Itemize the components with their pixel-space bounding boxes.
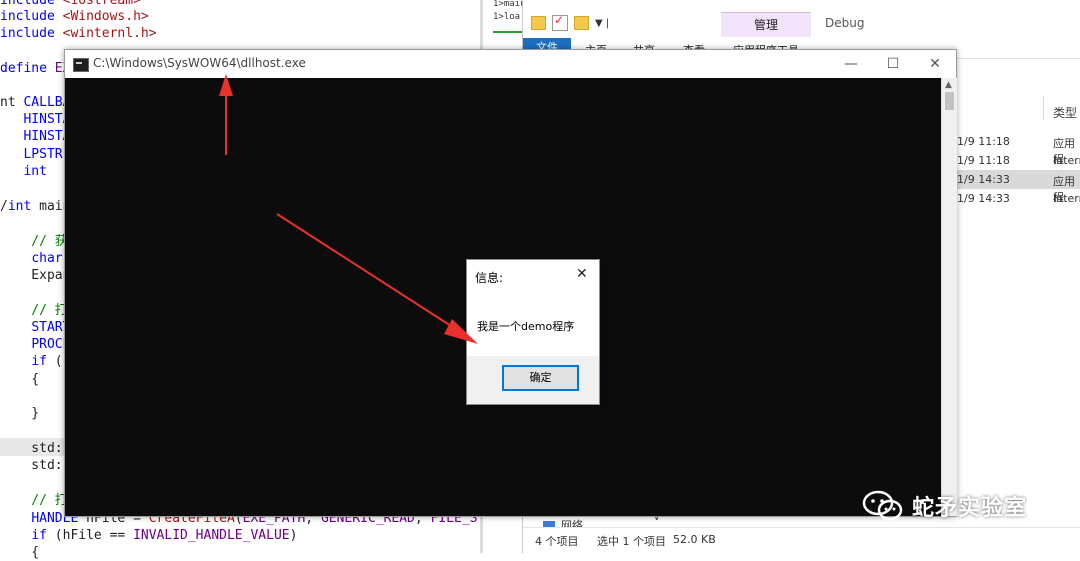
wechat-icon — [862, 490, 903, 521]
item-count: 4 个项目 — [535, 535, 579, 548]
code-line: if (hFile == INVALID_HANDLE_VALUE) — [31, 528, 298, 543]
dialog-title: 信息: — [475, 271, 504, 285]
row-date: 1/9 14:33 — [957, 173, 1010, 186]
minimize-button[interactable]: — — [830, 50, 872, 78]
new-folder-icon[interactable] — [574, 16, 589, 30]
row-date: 1/9 11:18 — [957, 135, 1010, 148]
console-scrollbar[interactable]: ▲ — [941, 78, 957, 516]
selection-count: 选中 1 个项目 — [597, 535, 666, 548]
list-item[interactable]: 1/9 14:33 Intern — [943, 189, 1080, 208]
column-header-type[interactable]: 类型 — [1053, 104, 1077, 121]
folder-icon[interactable] — [531, 16, 546, 30]
code-line: } — [0, 406, 40, 421]
dialog-close-button[interactable]: ✕ — [576, 266, 588, 282]
dialog-footer: 确定 — [467, 356, 599, 404]
watermark-text: 蛇矛实验室 — [912, 496, 1028, 521]
row-date: 1/9 11:18 — [957, 154, 1010, 167]
console-titlebar[interactable]: C:\Windows\SysWOW64\dllhost.exe — ☐ ✕ — [65, 50, 956, 78]
code-line: HINSTA — [23, 112, 71, 127]
console-title: C:\Windows\SysWOW64\dllhost.exe — [93, 56, 306, 70]
code-line: /int main — [0, 199, 71, 214]
customize-toolbar-arrow[interactable]: ▼ | — [595, 18, 609, 29]
list-item[interactable]: 1/9 11:18 Intern — [943, 151, 1080, 170]
row-date: 1/9 14:33 — [957, 192, 1010, 205]
properties-check-icon[interactable] — [552, 13, 568, 31]
watermark: 蛇矛实验室 — [862, 486, 1027, 526]
code-line: nt CALLBA — [0, 95, 71, 110]
quick-access-toolbar: ▼ | — [531, 12, 609, 34]
output-line: 1>loa — [493, 12, 521, 22]
code-line: LPSTR — [23, 147, 63, 162]
console-app-icon[interactable] — [73, 58, 89, 72]
scroll-up-icon[interactable]: ▲ — [945, 80, 952, 90]
column-divider[interactable] — [1043, 96, 1044, 120]
selection-size: 52.0 KB — [673, 533, 716, 546]
code-line: include <Windows.h> — [0, 9, 149, 24]
message-box-dialog: 信息: ✕ 我是一个demo程序 确定 — [466, 259, 600, 405]
code-line: { — [0, 372, 40, 387]
code-line: int — [23, 164, 47, 179]
ok-button[interactable]: 确定 — [502, 365, 579, 391]
explorer-window-title: Debug — [825, 16, 865, 30]
row-type: Intern — [1053, 192, 1080, 205]
manage-tab[interactable]: 管理 — [721, 12, 811, 37]
code-line: HINSTA — [23, 129, 71, 144]
code-line: include <winternl.h> — [0, 26, 157, 41]
code-line: define EX — [0, 61, 71, 76]
close-button[interactable]: ✕ — [914, 50, 956, 78]
scroll-thumb[interactable] — [945, 92, 954, 110]
row-type: Intern — [1053, 154, 1080, 167]
dialog-message: 我是一个demo程序 — [477, 320, 575, 333]
list-item[interactable]: 1/9 11:18 应用程 — [943, 132, 1080, 166]
list-item-selected[interactable]: 1/9 14:33 应用程 — [943, 170, 1080, 204]
maximize-button[interactable]: ☐ — [872, 50, 914, 78]
status-bar: 4 个项目 选中 1 个项目 52.0 KB — [523, 527, 1080, 554]
